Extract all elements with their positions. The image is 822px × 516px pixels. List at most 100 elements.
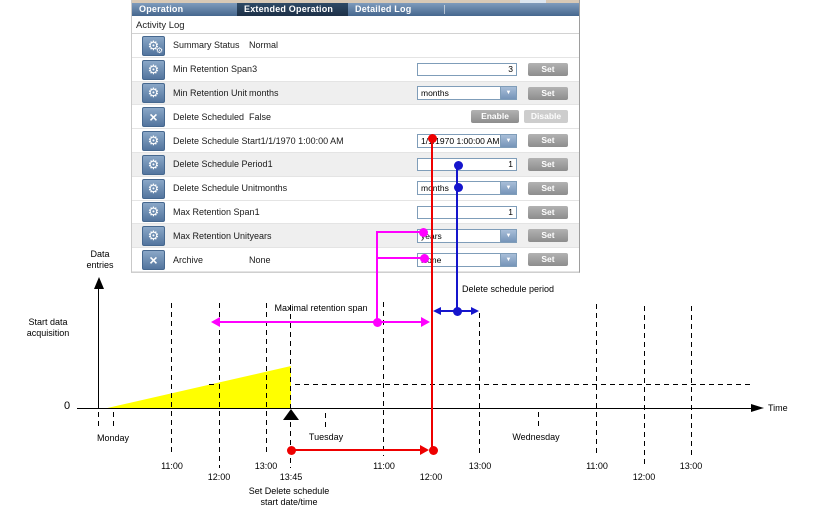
x-axis-label: Time [768,403,788,413]
row-value: None [249,255,271,265]
row-value: Normal [249,40,278,50]
retention-level-dashed-line [295,384,753,385]
row-min-retention-unit: ⚙ Min Retention Unit months months ▼ Set [132,82,579,106]
row-archive: × Archive None None ▼ Set [132,248,579,272]
gridline-monday-1300 [266,303,267,456]
chevron-down-icon[interactable]: ▼ [500,182,516,194]
row-value: 1 [255,207,260,217]
time-label: 12:00 [633,472,656,482]
red-arrowhead-right [420,445,429,455]
max-retention-span-label: Maximal retention span [274,303,367,313]
day-label-monday: Monday [97,433,129,443]
data-growth-wedge [103,366,291,409]
chevron-down-icon[interactable]: ▼ [500,135,516,147]
section-title: Activity Log [136,20,185,31]
gear-icon[interactable]: ⚙ [142,155,165,175]
y-axis [98,289,99,408]
gear-icon[interactable]: ⚙ [142,83,165,103]
set-button[interactable]: Set [528,63,568,76]
delete-period-arrowhead-right [471,307,479,315]
time-label: 11:00 [373,461,395,471]
magenta-vertical-line [376,231,378,322]
set-button[interactable]: Set [528,158,568,171]
gear-icon[interactable]: ⚙ [142,131,165,151]
row-max-retention-unit: ⚙ Max Retention Unit years years ▼ Set [132,224,579,248]
tab-bar: Operation Extended Operation Detailed Lo… [132,3,579,16]
red-vertical-line [431,138,433,450]
time-label: 11:00 [586,461,608,471]
monday-tick [113,412,114,428]
y-axis-title: Data entries [86,249,113,271]
blue-dot-schedule-period [454,161,463,170]
schedule-start-marker [283,409,299,420]
gear-icon[interactable]: ⚙ [142,202,165,222]
time-label: 12:00 [420,472,443,482]
row-label: Delete Schedule Start [173,136,261,146]
time-label: 12:00 [208,472,231,482]
gridline-tuesday-1300 [479,313,480,456]
blue-dot-schedule-unit [454,183,463,192]
x-icon[interactable]: × [142,107,165,127]
x-axis [77,408,753,409]
y-axis-arrowhead [94,277,104,289]
chevron-down-icon[interactable]: ▼ [500,87,516,99]
magenta-dot-max-retention-unit [419,228,428,237]
magenta-dot-archive [420,254,429,263]
max-retention-arrowhead-right [421,317,430,327]
chevron-down-icon[interactable]: ▼ [500,254,516,266]
x-icon[interactable]: × [142,250,165,270]
set-button[interactable]: Set [528,182,568,195]
set-button[interactable]: Set [528,206,568,219]
time-label: 13:00 [469,461,492,471]
enable-button[interactable]: Enable [471,110,519,123]
schedule-start-caption: Set Delete schedule start date/time [249,486,330,508]
row-value: 1/1/1970 1:00:00 AM [261,136,344,146]
gridline-wednesday-1300 [691,306,692,456]
tab-extended-operation[interactable]: Extended Operation [237,3,348,16]
tab-operation[interactable]: Operation [132,3,237,16]
row-label: Delete Schedule Unit [173,183,258,193]
gear-icon[interactable]: ⚙ [142,226,165,246]
row-value: months [258,183,288,193]
gear-icon[interactable]: ⚙ [142,60,165,80]
min-retention-span-input[interactable]: 3 [417,63,517,76]
set-button[interactable]: Set [528,134,568,147]
min-retention-unit-dropdown[interactable]: months ▼ [417,86,517,100]
row-delete-scheduled: × Delete Scheduled False Enable Disable [132,105,579,129]
row-label: Min Retention Span [173,64,252,74]
x-axis-arrowhead [751,404,764,412]
disable-button[interactable]: Disable [524,110,568,123]
time-label: 13:00 [255,461,278,471]
row-value: False [249,112,271,122]
magenta-bracket-bottom [377,257,421,259]
gridline-wednesday-1100 [596,304,597,456]
row-value: 1 [268,159,273,169]
row-value: months [249,88,279,98]
red-dot-1200-tuesday [429,446,438,455]
set-button[interactable]: Set [528,87,568,100]
day-label-tuesday: Tuesday [309,432,343,442]
set-button[interactable]: Set [528,229,568,242]
red-dot-1345 [287,446,296,455]
gears-icon[interactable]: ⚙⚙ [142,36,165,56]
row-label: Max Retention Unit [173,231,250,241]
settings-rows: ⚙⚙ Summary Status Normal ⚙ Min Retention… [132,34,579,272]
tuesday-tick [325,413,326,429]
wednesday-tick [538,412,539,428]
row-label: Max Retention Span [173,207,255,217]
max-retention-span-arrow-line [218,321,424,323]
row-label: Archive [173,255,249,265]
retention-level-dash [209,384,218,385]
gear-icon[interactable]: ⚙ [142,179,165,199]
chevron-down-icon[interactable]: ▼ [500,230,516,242]
tab-detailed-log[interactable]: Detailed Log [348,3,444,16]
delete-schedule-period-label: Delete schedule period [462,284,554,294]
row-value: 3 [252,64,257,74]
blue-dot-arrow-center [453,307,462,316]
set-button[interactable]: Set [528,253,568,266]
gridline-monday-1200 [219,303,220,468]
day-label-wednesday: Wednesday [512,432,559,442]
row-max-retention-span: ⚙ Max Retention Span 1 1 Set [132,201,579,225]
row-delete-schedule-unit: ⚙ Delete Schedule Unit months months ▼ S… [132,177,579,201]
start-data-acquisition-label: Start data acquisition [27,317,70,339]
